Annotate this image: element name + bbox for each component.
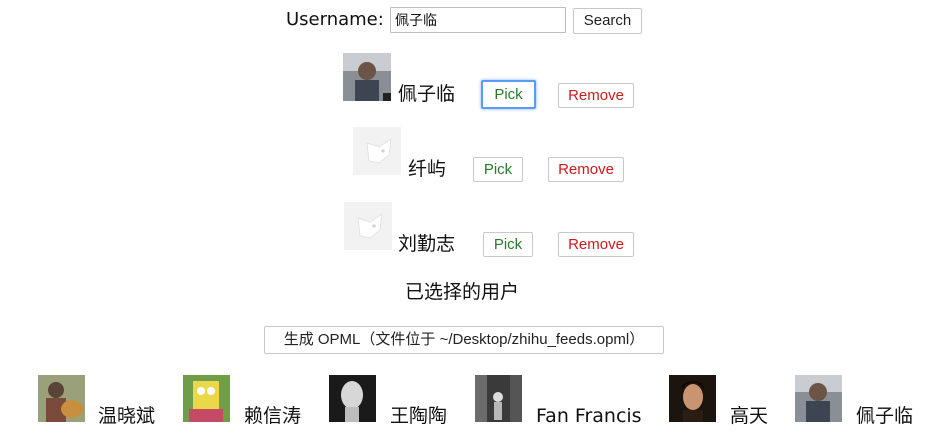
selected-user-name: 佩子临 bbox=[856, 405, 914, 427]
remove-button[interactable]: Remove bbox=[558, 232, 634, 257]
selected-user-name: Fan Francis bbox=[536, 405, 642, 427]
search-button[interactable]: Search bbox=[573, 8, 642, 34]
username-label: Username: bbox=[286, 9, 384, 30]
avatar-selected-4 bbox=[475, 375, 522, 422]
remove-button[interactable]: Remove bbox=[548, 157, 624, 182]
remove-button[interactable]: Remove bbox=[558, 83, 634, 108]
avatar-selected-2 bbox=[183, 375, 230, 422]
result-name: 纤屿 bbox=[408, 158, 447, 180]
username-input[interactable] bbox=[390, 7, 566, 33]
selected-user-name: 王陶陶 bbox=[390, 405, 448, 427]
avatar-result-1 bbox=[343, 53, 391, 101]
selected-user-name: 高天 bbox=[730, 405, 769, 427]
avatar-selected-3 bbox=[329, 375, 376, 422]
selected-user-name: 赖信涛 bbox=[244, 405, 302, 427]
pick-button[interactable]: Pick bbox=[481, 80, 536, 109]
result-name: 佩子临 bbox=[398, 83, 456, 105]
result-name: 刘勤志 bbox=[398, 233, 456, 255]
avatar-result-2 bbox=[353, 127, 401, 175]
generate-opml-button[interactable]: 生成 OPML（文件位于 ~/Desktop/zhihu_feeds.opml） bbox=[264, 326, 664, 354]
avatar-selected-1 bbox=[38, 375, 85, 422]
selected-users-heading: 已选择的用户 bbox=[405, 281, 520, 303]
pick-button[interactable]: Pick bbox=[483, 232, 533, 257]
pick-button[interactable]: Pick bbox=[473, 157, 523, 182]
avatar-selected-5 bbox=[669, 375, 716, 422]
avatar-selected-6 bbox=[795, 375, 842, 422]
avatar-result-3 bbox=[344, 202, 392, 250]
selected-user-name: 温晓斌 bbox=[98, 405, 156, 427]
